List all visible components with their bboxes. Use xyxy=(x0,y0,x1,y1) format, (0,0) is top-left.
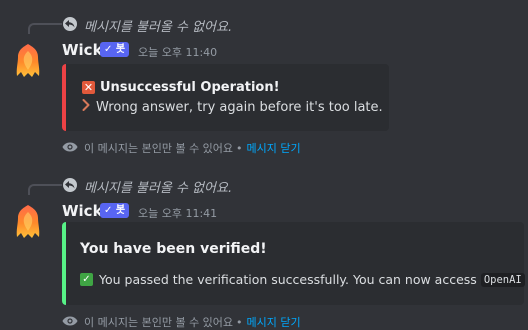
flame-avatar[interactable] xyxy=(15,204,41,240)
reply-connector xyxy=(28,184,62,195)
check-mark-emoji-icon: ✓ xyxy=(80,273,93,286)
embed-title: You have been verified! xyxy=(80,241,267,257)
reply-preview-text[interactable]: 메시지를 불러올 수 없어요. xyxy=(84,16,232,35)
footer-separator: • xyxy=(236,315,243,329)
reply-arrow-icon xyxy=(63,17,77,31)
embed-title: Unsuccessful Operation! xyxy=(100,80,280,95)
embed-description-row: Wrong answer, try again before it's too … xyxy=(82,99,383,115)
bot-tag: ✓ 봇 xyxy=(100,42,130,57)
reply-arrow-icon xyxy=(63,178,77,192)
timestamp[interactable]: 오늘 오후 11:41 xyxy=(138,205,217,221)
username[interactable]: Wick xyxy=(62,41,103,59)
username[interactable]: Wick xyxy=(62,202,103,220)
embed-description-row: ✓ You passed the verification successful… xyxy=(80,272,528,287)
dismiss-message-link[interactable]: 메시지 닫기 xyxy=(247,314,301,330)
chevron-right-icon xyxy=(82,99,90,115)
x-mark-emoji-icon: ✕ xyxy=(82,81,95,94)
bot-tag: ✓ 봇 xyxy=(100,203,130,218)
flame-avatar[interactable] xyxy=(15,43,41,79)
reply-preview-text[interactable]: 메시지를 불러올 수 없어요. xyxy=(84,177,232,196)
embed-title-row: ✕ Unsuccessful Operation! xyxy=(82,80,280,95)
eye-icon xyxy=(62,316,78,329)
ephemeral-notice: 이 메시지는 본인만 볼 수 있어요 xyxy=(84,316,234,329)
embed-success: You have been verified! ✓ You passed the… xyxy=(62,222,528,305)
ephemeral-footer: 이 메시지는 본인만 볼 수 있어요 • 메시지 닫기 xyxy=(62,140,301,156)
ephemeral-footer: 이 메시지는 본인만 볼 수 있어요 • 메시지 닫기 xyxy=(62,314,301,330)
dismiss-message-link[interactable]: 메시지 닫기 xyxy=(247,140,301,156)
timestamp[interactable]: 오늘 오후 11:40 xyxy=(138,44,217,60)
reply-connector xyxy=(28,23,62,34)
eye-icon xyxy=(62,142,78,155)
embed-error: ✕ Unsuccessful Operation! Wrong answer, … xyxy=(62,64,389,131)
footer-separator: • xyxy=(236,141,243,155)
ephemeral-notice: 이 메시지는 본인만 볼 수 있어요 xyxy=(84,142,234,155)
inline-code: OpenAI xyxy=(480,272,525,287)
embed-description: You passed the verification successfully… xyxy=(99,272,477,287)
embed-description: Wrong answer, try again before it's too … xyxy=(96,99,383,115)
